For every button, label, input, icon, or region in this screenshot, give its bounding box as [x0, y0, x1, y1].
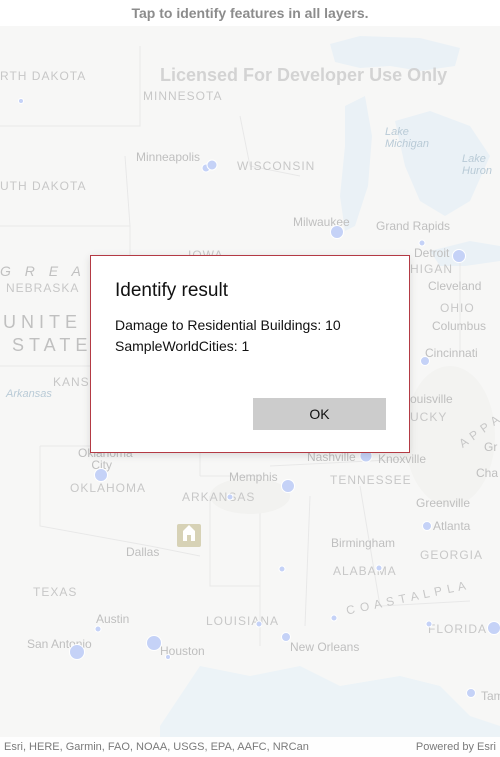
dialog-result-line: Damage to Residential Buildings: 10 [115, 317, 341, 333]
attribution-text: Esri, HERE, Garmin, FAO, NOAA, USGS, EPA… [4, 741, 309, 753]
attribution-bar: Esri, HERE, Garmin, FAO, NOAA, USGS, EPA… [0, 737, 500, 757]
identify-result-dialog: Identify result Damage to Residential Bu… [90, 255, 410, 453]
app-root: Tap to identify features in all layers. [0, 0, 500, 757]
powered-by-text: Powered by Esri [415, 741, 496, 753]
instruction-banner: Tap to identify features in all layers. [0, 0, 500, 26]
ok-button[interactable]: OK [253, 398, 386, 430]
dialog-title: Identify result [115, 280, 228, 301]
dialog-result-line: SampleWorldCities: 1 [115, 338, 250, 354]
